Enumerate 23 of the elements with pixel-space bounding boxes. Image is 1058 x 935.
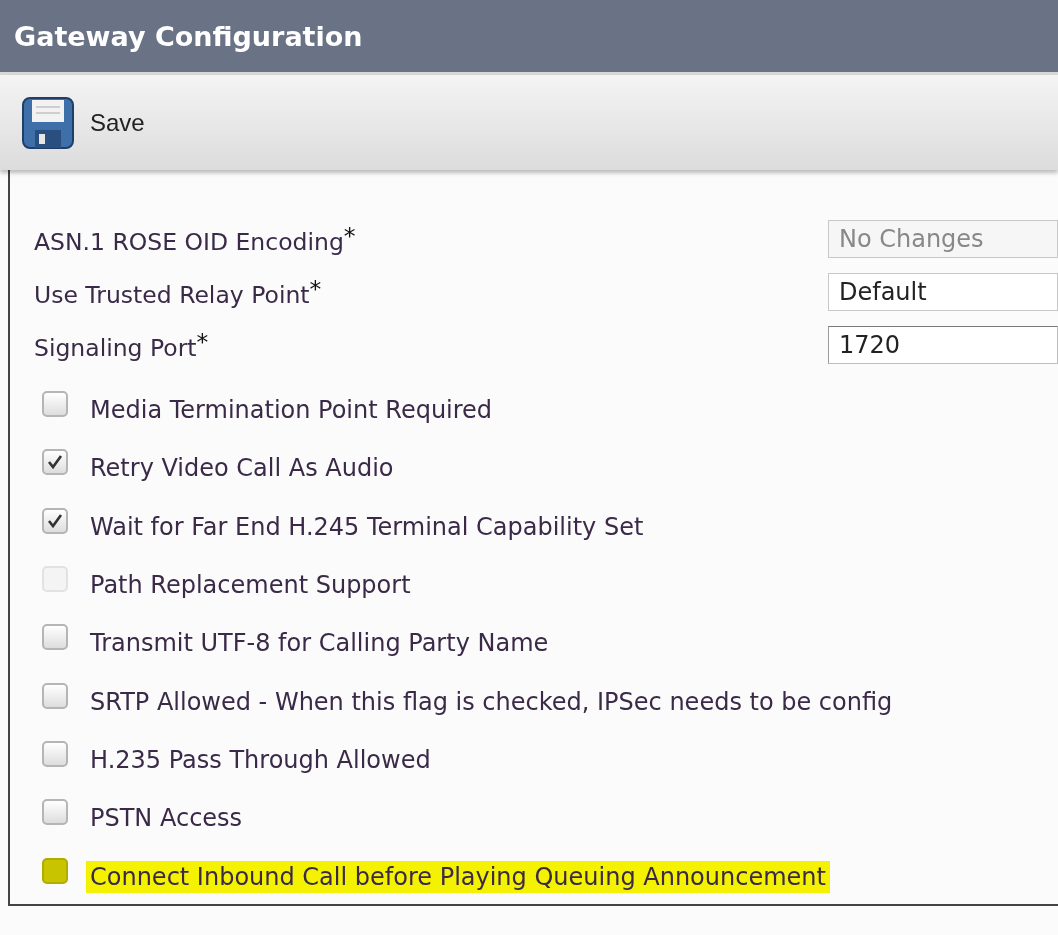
window-title: Gateway Configuration [14, 20, 363, 52]
checkbox-label: Transmit UTF-8 for Calling Party Name [89, 628, 550, 660]
checkbox-label: Wait for Far End H.245 Terminal Capability Set [89, 511, 645, 543]
checkbox[interactable] [42, 507, 68, 534]
check-icon [47, 454, 63, 471]
checkbox-label: H.235 Pass Through Allowed [89, 744, 432, 776]
checkbox[interactable] [42, 857, 68, 884]
input-field[interactable]: 1720 [827, 325, 1058, 364]
checkbox[interactable] [42, 391, 68, 418]
checkbox-label: Connect Inbound Call before Playing Queuing Announcement [86, 860, 830, 893]
check-icon [47, 512, 63, 529]
checkbox[interactable] [42, 799, 68, 826]
checkbox[interactable] [42, 449, 68, 476]
checkbox[interactable] [42, 740, 68, 767]
checkbox-label: Retry Video Call As Audio [89, 453, 395, 485]
checkbox-label: SRTP Allowed - When this flag is checked, IPSec needs to be config [89, 686, 894, 718]
dropdown[interactable]: Default [827, 272, 1058, 311]
checkbox[interactable] [42, 624, 68, 651]
checkbox-label: PSTN Access [89, 803, 244, 835]
save-button[interactable]: Save [22, 96, 145, 149]
checkbox-label: Media Termination Point Required [89, 395, 494, 427]
checkbox-label: Path Replacement Support [89, 570, 412, 602]
checkbox[interactable] [42, 682, 68, 709]
